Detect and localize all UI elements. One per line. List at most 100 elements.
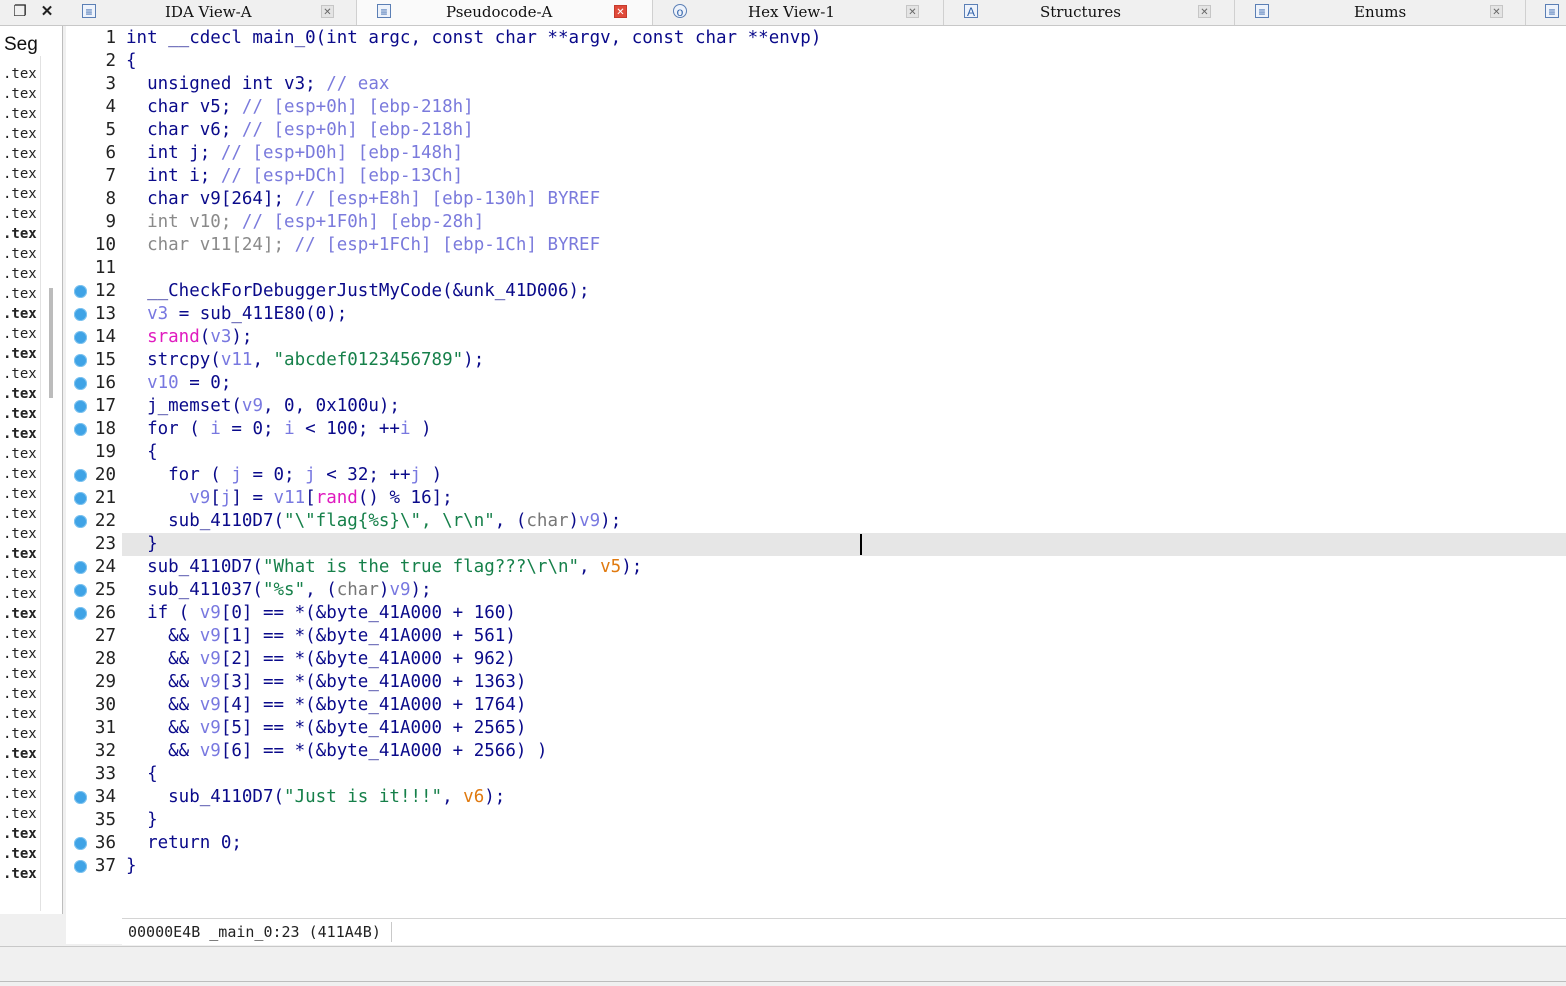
segment-row[interactable]: .tex — [3, 84, 37, 104]
code-line[interactable]: int i; // [esp+DCh] [ebp-13Ch] — [122, 165, 1566, 188]
code-line[interactable]: char v5; // [esp+0h] [ebp-218h] — [122, 96, 1566, 119]
code-token: , ( — [494, 511, 527, 531]
segment-row[interactable]: .tex — [3, 784, 37, 804]
restore-window-icon[interactable]: ❐ — [10, 2, 30, 22]
segment-row[interactable]: .tex — [3, 444, 37, 464]
pseudocode-editor[interactable]: int __cdecl main_0(int argc, const char … — [122, 26, 1566, 918]
code-line[interactable]: return 0; — [122, 832, 1566, 855]
code-text: strcpy(v11, "abcdef0123456789"); — [126, 349, 484, 372]
segment-row[interactable]: .tex — [3, 184, 37, 204]
code-line[interactable]: int v10; // [esp+1F0h] [ebp-28h] — [122, 211, 1566, 234]
code-line[interactable]: && v9[1] == *(&byte_41A000 + 561) — [122, 625, 1566, 648]
segment-row[interactable]: .tex — [3, 744, 37, 764]
code-line[interactable]: __CheckForDebuggerJustMyCode(&unk_41D006… — [122, 280, 1566, 303]
code-line[interactable]: for ( j = 0; j < 32; ++j ) — [122, 464, 1566, 487]
segment-row[interactable]: .tex — [3, 324, 37, 344]
segment-row[interactable]: .tex — [3, 284, 37, 304]
code-line[interactable]: char v6; // [esp+0h] [ebp-218h] — [122, 119, 1566, 142]
code-line[interactable]: } — [122, 855, 1566, 878]
segment-row[interactable]: .tex — [3, 164, 37, 184]
segment-row[interactable]: .tex — [3, 864, 37, 884]
code-token: int v10; — [126, 212, 242, 232]
code-line[interactable]: { — [122, 50, 1566, 73]
segment-row[interactable]: .tex — [3, 824, 37, 844]
close-tab-icon[interactable]: ✕ — [1198, 5, 1211, 18]
segment-row[interactable]: .tex — [3, 704, 37, 724]
code-line[interactable]: && v9[5] == *(&byte_41A000 + 2565) — [122, 717, 1566, 740]
segment-row[interactable]: .tex — [3, 144, 37, 164]
code-line[interactable] — [122, 257, 1566, 280]
code-line[interactable]: strcpy(v11, "abcdef0123456789"); — [122, 349, 1566, 372]
scrollbar-thumb[interactable] — [49, 288, 53, 398]
close-tab-icon[interactable]: ✕ — [906, 5, 919, 18]
segment-row[interactable]: .tex — [3, 524, 37, 544]
segment-row[interactable]: .tex — [3, 624, 37, 644]
segment-row[interactable]: .tex — [3, 564, 37, 584]
segment-row[interactable]: .tex — [3, 604, 37, 624]
code-line[interactable]: char v11[24]; // [esp+1FCh] [ebp-1Ch] BY… — [122, 234, 1566, 257]
code-line[interactable]: sub_411037("%s", (char)v9); — [122, 579, 1566, 602]
segment-row[interactable]: .tex — [3, 364, 37, 384]
code-line[interactable]: { — [122, 441, 1566, 464]
code-line[interactable]: sub_4110D7("Just is it!!!", v6); — [122, 786, 1566, 809]
segment-row[interactable]: .tex — [3, 724, 37, 744]
code-line[interactable]: && v9[6] == *(&byte_41A000 + 2566) ) — [122, 740, 1566, 763]
segment-row[interactable]: .tex — [3, 464, 37, 484]
code-line[interactable]: v9[j] = v11[rand() % 16]; — [122, 487, 1566, 510]
segments-scrollbar[interactable] — [40, 56, 63, 911]
code-line[interactable]: int j; // [esp+D0h] [ebp-148h] — [122, 142, 1566, 165]
segment-row[interactable]: .tex — [3, 64, 37, 84]
tab-enums[interactable]: ≡ Enums ✕ — [1235, 0, 1526, 25]
code-line[interactable]: sub_4110D7("What is the true flag???\r\n… — [122, 556, 1566, 579]
code-line[interactable]: && v9[4] == *(&byte_41A000 + 1764) — [122, 694, 1566, 717]
code-line[interactable]: if ( v9[0] == *(&byte_41A000 + 160) — [122, 602, 1566, 625]
segment-row[interactable]: .tex — [3, 424, 37, 444]
code-line[interactable]: v10 = 0; — [122, 372, 1566, 395]
segment-row[interactable]: .tex — [3, 404, 37, 424]
segment-row[interactable]: .tex — [3, 304, 37, 324]
close-tab-icon[interactable]: ✕ — [614, 5, 627, 18]
tab-overflow[interactable]: ≡ — [1526, 0, 1566, 25]
code-line[interactable]: { — [122, 763, 1566, 786]
code-line[interactable]: } — [122, 533, 1566, 556]
code-token: // eax — [326, 74, 390, 94]
segment-row[interactable]: .tex — [3, 684, 37, 704]
segment-row[interactable]: .tex — [3, 844, 37, 864]
segment-row[interactable]: .tex — [3, 124, 37, 144]
segment-row[interactable]: .tex — [3, 264, 37, 284]
code-line[interactable]: && v9[2] == *(&byte_41A000 + 962) — [122, 648, 1566, 671]
tab-structures[interactable]: A Structures ✕ — [944, 0, 1235, 25]
code-line[interactable]: && v9[3] == *(&byte_41A000 + 1363) — [122, 671, 1566, 694]
segment-row[interactable]: .tex — [3, 504, 37, 524]
segment-row[interactable]: .tex — [3, 484, 37, 504]
code-line[interactable]: srand(v3); — [122, 326, 1566, 349]
segment-row[interactable]: .tex — [3, 804, 37, 824]
tab-hex-view-1[interactable]: o Hex View-1 ✕ — [653, 0, 944, 25]
segment-row[interactable]: .tex — [3, 104, 37, 124]
segment-row[interactable]: .tex — [3, 224, 37, 244]
code-line[interactable]: } — [122, 809, 1566, 832]
tab-pseudocode-a[interactable]: ≡ Pseudocode-A ✕ — [357, 0, 653, 25]
segment-row[interactable]: .tex — [3, 664, 37, 684]
close-tab-icon[interactable]: ✕ — [1490, 5, 1503, 18]
code-line[interactable]: sub_4110D7("\"flag{%s}\", \r\n", (char)v… — [122, 510, 1566, 533]
segment-row[interactable]: .tex — [3, 544, 37, 564]
code-line[interactable]: unsigned int v3; // eax — [122, 73, 1566, 96]
tab-ida-view-a[interactable]: ≡ IDA View-A ✕ — [62, 0, 357, 25]
close-window-icon[interactable]: ✕ — [37, 2, 57, 22]
code-line[interactable]: char v9[264]; // [esp+E8h] [ebp-130h] BY… — [122, 188, 1566, 211]
segment-row[interactable]: .tex — [3, 344, 37, 364]
close-tab-icon[interactable]: ✕ — [321, 5, 334, 18]
bottom-panel-bar — [0, 946, 1566, 982]
code-line[interactable]: for ( i = 0; i < 100; ++i ) — [122, 418, 1566, 441]
code-line[interactable]: v3 = sub_411E80(0); — [122, 303, 1566, 326]
segment-row[interactable]: .tex — [3, 384, 37, 404]
segment-row[interactable]: .tex — [3, 764, 37, 784]
code-text: int i; // [esp+DCh] [ebp-13Ch] — [126, 165, 463, 188]
segment-row[interactable]: .tex — [3, 244, 37, 264]
segment-row[interactable]: .tex — [3, 204, 37, 224]
segment-row[interactable]: .tex — [3, 584, 37, 604]
code-line[interactable]: int __cdecl main_0(int argc, const char … — [122, 27, 1566, 50]
segment-row[interactable]: .tex — [3, 644, 37, 664]
code-line[interactable]: j_memset(v9, 0, 0x100u); — [122, 395, 1566, 418]
